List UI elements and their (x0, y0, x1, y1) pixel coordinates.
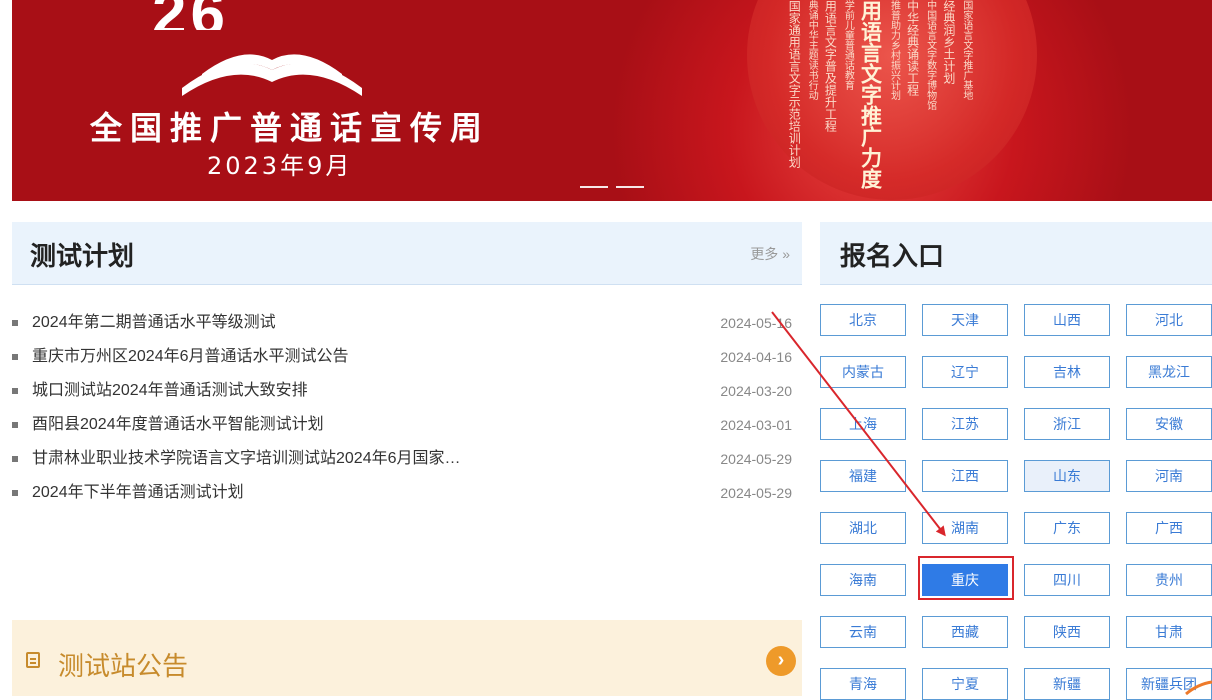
banner-vertical-text: 中华经典诵读工程 (905, 0, 920, 96)
station-notice-title: 测试站公告 (58, 652, 189, 682)
banner-vertical-text: 学前儿童普通话教育 (842, 0, 854, 90)
banner-vertical-text: 用语言文字推广力度 (858, 0, 884, 189)
plan-item-date: 2024-05-16 (720, 315, 792, 331)
banner-vertical-text: 经典润乡土计划 (941, 0, 956, 84)
bullet-icon (12, 456, 18, 462)
province-button[interactable]: 四川 (1024, 564, 1110, 596)
province-button[interactable]: 辽宁 (922, 356, 1008, 388)
province-button[interactable]: 浙江 (1024, 408, 1110, 440)
province-button[interactable]: 北京 (820, 304, 906, 336)
province-button[interactable]: 湖南 (922, 512, 1008, 544)
registration-title: 报名入口 (840, 242, 945, 272)
province-button[interactable]: 新疆兵团 (1126, 668, 1212, 700)
plan-list-item[interactable]: 2024年第二期普通话水平等级测试 2024-05-16 (12, 306, 802, 340)
registration-header: 报名入口 (820, 222, 1212, 285)
province-button[interactable]: 海南 (820, 564, 906, 596)
document-icon (26, 652, 40, 668)
province-button[interactable]: 青海 (820, 668, 906, 700)
banner-slogan: 全国推广普通话宣传周 (90, 109, 491, 147)
province-button[interactable]: 内蒙古 (820, 356, 906, 388)
plan-item-date: 2024-04-16 (720, 349, 792, 365)
banner-vertical-text: 用语言文字普及提升工程 (823, 0, 838, 132)
plan-list-item[interactable]: 重庆市万州区2024年6月普通话水平测试公告 2024-04-16 (12, 340, 802, 374)
province-button[interactable]: 黑龙江 (1126, 356, 1212, 388)
province-button[interactable]: 广西 (1126, 512, 1212, 544)
open-book-icon (182, 54, 362, 96)
province-button[interactable]: 吉林 (1024, 356, 1110, 388)
province-button[interactable]: 西藏 (922, 616, 1008, 648)
banner-vertical-text-group: 国家通用语言文字示范培训计划 典诵中华主题读书行动 用语言文字普及提升工程 学前儿童普… (787, 0, 972, 195)
province-button[interactable]: 安徽 (1126, 408, 1212, 440)
plan-item-title[interactable]: 2024年第二期普通话水平等级测试 (32, 306, 276, 340)
bullet-icon (12, 388, 18, 394)
province-button[interactable]: 河南 (1126, 460, 1212, 492)
plan-list-item[interactable]: 2024年下半年普通话测试计划 2024-05-29 (12, 476, 802, 510)
banner-carousel[interactable]: 26 全国推广普通话宣传周 2023年9月 国家通用语言文字示范培训计划典诵中华… (12, 0, 1212, 201)
test-plan-title: 测试计划 (30, 242, 135, 272)
province-button[interactable]: 甘肃 (1126, 616, 1212, 648)
plan-list-item[interactable]: 甘肃林业职业技术学院语言文字培训测试站2024年6月国家… 2024-05-29 (12, 442, 802, 476)
plan-list-item[interactable]: 酉阳县2024年度普通话水平智能测试计划 2024-03-01 (12, 408, 802, 442)
plan-item-title[interactable]: 重庆市万州区2024年6月普通话水平测试公告 (32, 340, 349, 374)
province-button[interactable]: 新疆 (1024, 668, 1110, 700)
province-button[interactable]: 江苏 (922, 408, 1008, 440)
banner-vertical-text: 推普助力乡村振兴计划 (888, 0, 900, 100)
province-button[interactable]: 山西 (1024, 304, 1110, 336)
province-button[interactable]: 宁夏 (922, 668, 1008, 700)
plan-item-date: 2024-03-01 (720, 417, 792, 433)
province-button[interactable]: 陕西 (1024, 616, 1110, 648)
plan-item-title[interactable]: 酉阳县2024年度普通话水平智能测试计划 (32, 408, 324, 442)
province-button[interactable]: 天津 (922, 304, 1008, 336)
station-notice-header[interactable]: 测试站公告 › (12, 620, 802, 696)
bullet-icon (12, 354, 18, 360)
province-button[interactable]: 福建 (820, 460, 906, 492)
bullet-icon (12, 422, 18, 428)
plan-item-date: 2024-05-29 (720, 485, 792, 501)
province-button[interactable]: 上海 (820, 408, 906, 440)
carousel-dot-1[interactable] (580, 186, 608, 188)
banner-vertical-text: 典诵中华主题读书行动 (806, 0, 818, 100)
province-button[interactable]: 贵州 (1126, 564, 1212, 596)
more-link[interactable]: 更多 » (750, 244, 790, 264)
test-plan-list: 2024年第二期普通话水平等级测试 2024-05-16 重庆市万州区2024年6月… (12, 306, 802, 510)
test-plan-header: 测试计划 更多 » (12, 222, 802, 285)
plan-item-date: 2024-05-29 (720, 451, 792, 467)
banner-date: 2023年9月 (207, 152, 353, 180)
banner-vertical-text: 中国语言文字数字博物馆 (924, 0, 936, 110)
province-button[interactable]: 云南 (820, 616, 906, 648)
chevron-right-icon[interactable]: › (766, 646, 796, 676)
banner-anniversary-number: 26 (152, 0, 229, 30)
carousel-dot-2[interactable] (616, 186, 644, 188)
banner-vertical-text: 国家语言文字推广基地 (960, 0, 972, 100)
plan-list-item[interactable]: 城口测试站2024年普通话测试大致安排 2024-03-20 (12, 374, 802, 408)
province-button[interactable]: 湖北 (820, 512, 906, 544)
province-button[interactable]: 江西 (922, 460, 1008, 492)
carousel-indicators[interactable] (580, 186, 644, 188)
province-button[interactable]: 山东 (1024, 460, 1110, 492)
plan-item-title[interactable]: 2024年下半年普通话测试计划 (32, 476, 244, 510)
plan-item-title[interactable]: 甘肃林业职业技术学院语言文字培训测试站2024年6月国家… (32, 442, 461, 476)
province-button[interactable]: 广东 (1024, 512, 1110, 544)
selection-highlight-box (918, 556, 1014, 600)
province-button[interactable]: 河北 (1126, 304, 1212, 336)
bullet-icon (12, 490, 18, 496)
banner-vertical-text: 国家通用语言文字示范培训计划 (787, 0, 802, 168)
plan-item-date: 2024-03-20 (720, 383, 792, 399)
plan-item-title[interactable]: 城口测试站2024年普通话测试大致安排 (32, 374, 308, 408)
bullet-icon (12, 320, 18, 326)
